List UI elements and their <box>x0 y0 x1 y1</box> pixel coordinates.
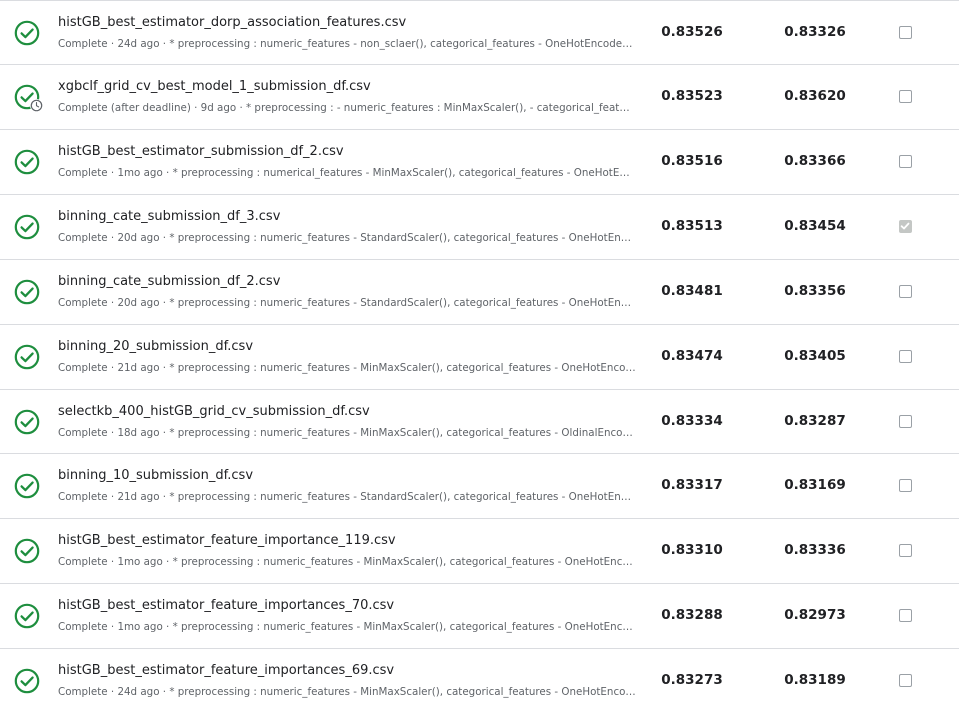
select-submission-checkbox[interactable] <box>899 544 912 557</box>
check-circle-icon <box>14 279 40 305</box>
submission-filename: histGB_best_estimator_submission_df_2.cs… <box>58 144 344 159</box>
check-circle-icon <box>14 214 40 240</box>
submission-row: xgbclf_grid_cv_best_model_1_submission_d… <box>0 65 959 130</box>
clock-icon <box>30 99 43 112</box>
check-circle-icon <box>14 538 40 564</box>
submission-filename: histGB_best_estimator_feature_importance… <box>58 663 395 678</box>
private-score: 0.83481 <box>661 283 723 299</box>
submission-filename: selectkb_400_histGB_grid_cv_submission_d… <box>58 404 370 419</box>
submission-row: binning_20_submission_df.csv Complete · 2… <box>0 325 959 390</box>
check-circle-icon <box>14 473 40 499</box>
select-submission-checkbox[interactable] <box>899 155 912 168</box>
public-score: 0.82973 <box>784 607 846 623</box>
submission-row: selectkb_400_histGB_grid_cv_submission_d… <box>0 390 959 454</box>
select-submission-checkbox[interactable] <box>899 609 912 622</box>
public-score: 0.83454 <box>784 218 846 234</box>
submission-filename: binning_20_submission_df.csv <box>58 339 254 354</box>
check-circle-icon <box>14 344 40 370</box>
submission-filename: binning_10_submission_df.csv <box>58 468 254 483</box>
private-score: 0.83288 <box>661 607 723 623</box>
submission-filename: binning_cate_submission_df_3.csv <box>58 209 281 224</box>
private-score: 0.83273 <box>661 672 723 688</box>
submission-row: histGB_best_estimator_feature_importance… <box>0 519 959 584</box>
submission-row: histGB_best_estimator_feature_importance… <box>0 649 959 710</box>
submission-description: Complete · 1mo ago · * preprocessing : n… <box>58 167 636 179</box>
public-score: 0.83189 <box>784 672 846 688</box>
public-score: 0.83336 <box>784 542 846 558</box>
submission-filename: xgbclf_grid_cv_best_model_1_submission_d… <box>58 79 371 94</box>
submission-description: Complete · 20d ago · * preprocessing : n… <box>58 232 636 244</box>
private-score: 0.83523 <box>661 88 723 104</box>
submission-row: histGB_best_estimator_feature_importance… <box>0 584 959 649</box>
submission-row: binning_cate_submission_df_3.csv Complete… <box>0 195 959 260</box>
submission-description: Complete · 18d ago · * preprocessing : n… <box>58 427 636 439</box>
submission-filename: histGB_best_estimator_feature_importance… <box>58 598 395 613</box>
public-score: 0.83366 <box>784 153 846 169</box>
submission-description: Complete · 24d ago · * preprocessing : n… <box>58 38 636 50</box>
check-circle-icon <box>14 149 40 175</box>
select-submission-checkbox[interactable] <box>899 674 912 687</box>
submission-filename: histGB_best_estimator_dorp_association_f… <box>58 15 407 30</box>
public-score: 0.83405 <box>784 348 846 364</box>
submission-description: Complete · 1mo ago · * preprocessing : n… <box>58 621 636 633</box>
private-score: 0.83516 <box>661 153 723 169</box>
submission-description: Complete · 20d ago · * preprocessing : n… <box>58 297 636 309</box>
check-circle-icon <box>14 84 43 112</box>
public-score: 0.83287 <box>784 413 846 429</box>
private-score: 0.83334 <box>661 413 723 429</box>
submission-filename: histGB_best_estimator_feature_importance… <box>58 533 396 548</box>
select-submission-checkbox[interactable] <box>899 415 912 428</box>
submission-filename: binning_cate_submission_df_2.csv <box>58 274 281 289</box>
public-score: 0.83356 <box>784 283 846 299</box>
private-score: 0.83317 <box>661 477 723 493</box>
private-score: 0.83474 <box>661 348 723 364</box>
check-circle-icon <box>14 409 40 435</box>
public-score: 0.83169 <box>784 477 846 493</box>
submission-description: Complete · 21d ago · * preprocessing : n… <box>58 491 636 503</box>
check-circle-icon <box>14 668 40 694</box>
submission-row: binning_10_submission_df.csv Complete · 2… <box>0 454 959 519</box>
select-submission-checkbox[interactable] <box>899 26 912 39</box>
check-circle-icon <box>14 603 40 629</box>
public-score: 0.83620 <box>784 88 846 104</box>
submission-description: Complete · 24d ago · * preprocessing : n… <box>58 686 636 698</box>
select-submission-checkbox[interactable] <box>899 90 912 103</box>
submission-row: histGB_best_estimator_submission_df_2.cs… <box>0 130 959 195</box>
select-submission-checkbox[interactable] <box>899 220 912 233</box>
submission-row: histGB_best_estimator_dorp_association_f… <box>0 0 959 65</box>
select-submission-checkbox[interactable] <box>899 479 912 492</box>
submission-description: Complete · 21d ago · * preprocessing : n… <box>58 362 636 374</box>
select-submission-checkbox[interactable] <box>899 350 912 363</box>
private-score: 0.83526 <box>661 24 723 40</box>
check-circle-icon <box>14 20 40 46</box>
submission-row: binning_cate_submission_df_2.csv Complete… <box>0 260 959 325</box>
private-score: 0.83513 <box>661 218 723 234</box>
public-score: 0.83326 <box>784 24 846 40</box>
submissions-list: histGB_best_estimator_dorp_association_f… <box>0 0 959 710</box>
private-score: 0.83310 <box>661 542 723 558</box>
submission-description: Complete (after deadline) · 9d ago · * p… <box>58 102 636 114</box>
select-submission-checkbox[interactable] <box>899 285 912 298</box>
submission-description: Complete · 1mo ago · * preprocessing : n… <box>58 556 636 568</box>
